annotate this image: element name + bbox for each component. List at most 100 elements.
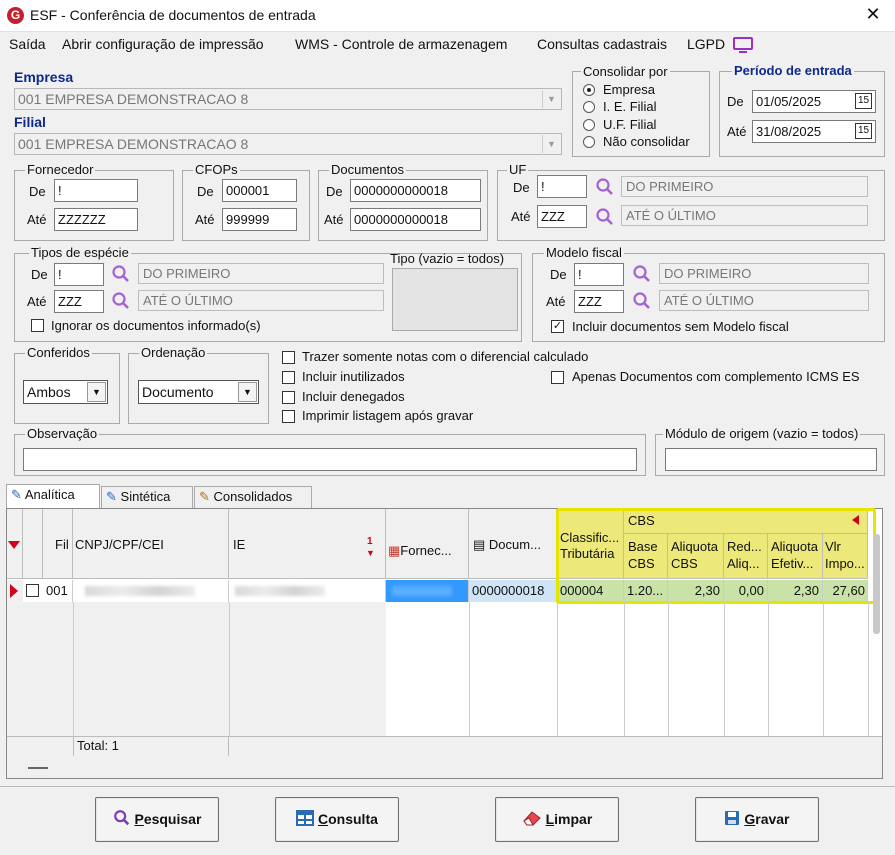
inutilizados-checkbox[interactable] <box>282 371 295 384</box>
apenas-checkbox[interactable] <box>551 371 564 384</box>
radio-ie-filial[interactable] <box>583 101 595 113</box>
cell-base-cbs[interactable]: 1.20... <box>624 580 668 602</box>
vertical-scrollbar[interactable] <box>873 534 880 634</box>
modulo-input[interactable] <box>665 448 877 471</box>
modulo-title: Módulo de origem (vazio = todos) <box>663 426 861 441</box>
radio-empresa[interactable] <box>583 84 595 96</box>
cell-vlr-imposto[interactable]: 27,60 <box>823 580 868 602</box>
tab-consolidados[interactable]: ✎ Consolidados <box>194 486 312 508</box>
menu-abrir-configuracao[interactable]: Abrir configuração de impressão <box>62 36 264 52</box>
incluir-sem-modelo-label: Incluir documentos sem Modelo fiscal <box>572 319 789 334</box>
calendar-icon[interactable]: 15 <box>855 93 872 109</box>
pesquisar-accel: P <box>134 811 144 827</box>
periodo-group <box>719 71 885 157</box>
col-red-aliq[interactable]: Red... Aliq... <box>724 534 768 579</box>
col-fornecedor[interactable]: ▦Fornec... <box>386 509 469 579</box>
especie-ate-input[interactable]: ZZZ <box>54 290 104 313</box>
especie-de-input[interactable]: ! <box>54 263 104 286</box>
documentos-ate-input[interactable]: 0000000000018 <box>350 208 481 231</box>
modelo-ate-label: Até <box>546 294 566 309</box>
col-vlr-imposto[interactable]: Vlr Impo... <box>823 534 868 579</box>
consulta-button[interactable]: Consulta <box>275 797 399 842</box>
search-icon[interactable] <box>595 207 615 227</box>
search-icon[interactable] <box>632 264 652 284</box>
observacao-input[interactable] <box>23 448 637 471</box>
cell-fornecedor[interactable] <box>386 580 469 602</box>
search-icon[interactable] <box>111 264 131 284</box>
collapse-left-icon[interactable] <box>852 515 859 525</box>
tipo-list[interactable] <box>392 268 518 331</box>
limpar-accel: L <box>545 811 555 827</box>
denegados-checkbox[interactable] <box>282 391 295 404</box>
search-icon[interactable] <box>632 291 652 311</box>
row-checkbox[interactable] <box>26 584 39 597</box>
col-cnpj[interactable]: CNPJ/CPF/CEI <box>73 509 229 579</box>
cfops-de-input[interactable]: 000001 <box>222 179 297 202</box>
uf-de-label: De <box>513 180 530 195</box>
close-icon[interactable]: ✕ <box>862 4 884 25</box>
limpar-label: impar <box>554 811 593 827</box>
col-aliquota-efetiva[interactable]: Aliquota Efetiv... <box>768 534 823 579</box>
gravar-button[interactable]: Gravar <box>695 797 819 842</box>
menu-lgpd[interactable]: LGPD <box>687 36 725 52</box>
menu-wms[interactable]: WMS - Controle de armazenagem <box>295 36 507 52</box>
menu-consultas-cadastrais[interactable]: Consultas cadastrais <box>537 36 667 52</box>
col-classificacao[interactable]: Classific... Tributária <box>557 509 624 579</box>
horizontal-scroll-indicator[interactable] <box>28 767 48 769</box>
modelo-ate-input[interactable]: ZZZ <box>574 290 624 313</box>
documentos-de-input[interactable]: 0000000000018 <box>350 179 481 202</box>
fornecedor-ate-input[interactable]: ZZZZZZ <box>54 208 138 231</box>
cfops-ate-input[interactable]: 999999 <box>222 208 297 231</box>
chevron-down-icon: ▼ <box>238 382 257 402</box>
trazer-checkbox[interactable] <box>282 351 295 364</box>
periodo-ate-value: 31/08/2025 <box>756 124 822 139</box>
save-icon <box>725 811 740 825</box>
search-icon[interactable] <box>111 291 131 311</box>
cell-fil[interactable]: 001 <box>43 580 73 602</box>
uf-ate-input[interactable]: ZZZ <box>537 205 587 228</box>
cell-classificacao[interactable]: 000004 <box>557 580 624 602</box>
calendar-icon[interactable]: 15 <box>855 123 872 139</box>
notebook-icon: ✎ <box>199 489 210 504</box>
incluir-sem-modelo-checkbox[interactable]: ✓ <box>551 320 564 333</box>
empresa-combo[interactable]: 001 EMPRESA DEMONSTRACAO 8 ▼ <box>14 88 562 110</box>
current-row-icon <box>10 584 18 598</box>
modelo-de-input[interactable]: ! <box>574 263 624 286</box>
pesquisar-button[interactable]: Pesquisar <box>95 797 219 842</box>
col-base-cbs[interactable]: Base CBS <box>624 534 668 579</box>
monitor-icon[interactable] <box>733 37 753 54</box>
ignorar-checkbox[interactable] <box>31 319 44 332</box>
grid-col-line <box>768 602 769 736</box>
ordenacao-select[interactable]: Documento ▼ <box>138 380 259 404</box>
cell-aliquota-efetiva[interactable]: 2,30 <box>768 580 823 602</box>
documentos-de-value: 0000000000018 <box>354 183 448 198</box>
cfops-ate-value: 999999 <box>226 212 270 227</box>
menu-saida[interactable]: Saída <box>9 36 46 52</box>
imprimir-checkbox[interactable] <box>282 410 295 423</box>
cell-cnpj[interactable] <box>73 580 229 602</box>
tab-sintetica[interactable]: ✎ Sintética <box>101 486 193 508</box>
cell-red-aliq[interactable]: 0,00 <box>724 580 768 602</box>
modelo-de-value: ! <box>578 267 582 282</box>
search-icon[interactable] <box>595 177 615 197</box>
col-ie[interactable]: IE <box>229 509 386 579</box>
conferidos-select[interactable]: Ambos ▼ <box>23 380 108 404</box>
col-documento[interactable]: ▤ Docum... <box>469 509 557 579</box>
cell-ie[interactable] <box>229 580 386 602</box>
uf-de-input[interactable]: ! <box>537 175 587 198</box>
col-aliquota-cbs[interactable]: Aliquota CBS <box>668 534 724 579</box>
empresa-label: Empresa <box>14 69 74 85</box>
limpar-button[interactable]: Limpar <box>495 797 619 842</box>
tab-analitica[interactable]: ✎ Analítica <box>6 484 100 508</box>
col-fil[interactable]: Fil <box>43 509 73 579</box>
cell-aliquota-cbs[interactable]: 2,30 <box>668 580 724 602</box>
grid-col-line <box>557 602 558 736</box>
radio-nao-consolidar[interactable] <box>583 136 595 148</box>
periodo-de-label: De <box>727 94 744 109</box>
filial-label: Filial <box>14 114 46 130</box>
especie-title: Tipos de espécie <box>29 245 131 260</box>
fornecedor-de-input[interactable]: ! <box>54 179 138 202</box>
radio-uf-filial[interactable] <box>583 119 595 131</box>
filial-combo[interactable]: 001 EMPRESA DEMONSTRACAO 8 ▼ <box>14 133 562 155</box>
cell-documento[interactable]: 0000000018 <box>469 580 557 602</box>
